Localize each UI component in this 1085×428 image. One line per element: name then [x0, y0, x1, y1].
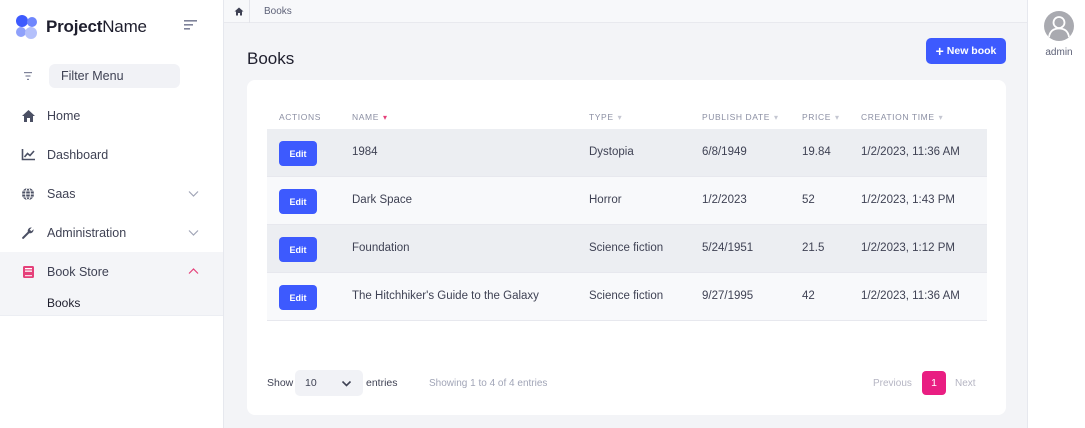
- logo-icon: [16, 15, 37, 39]
- collapse-menu-icon[interactable]: [183, 18, 199, 32]
- chevron-down-icon: [188, 191, 199, 197]
- filter-menu-input[interactable]: [49, 64, 180, 88]
- cell-price: 52: [802, 194, 815, 206]
- breadcrumb: Books: [224, 0, 1027, 23]
- cell-creation-time: 1/2/2023, 1:12 PM: [861, 242, 955, 254]
- avatar: [1044, 11, 1074, 41]
- book-icon: [20, 264, 36, 280]
- cell-price: 21.5: [802, 242, 825, 254]
- sidebar: ProjectName Home Dashboard: [0, 0, 223, 428]
- cell-creation-time: 1/2/2023, 11:36 AM: [861, 146, 960, 158]
- edit-button[interactable]: Edit: [279, 285, 317, 310]
- cell-creation-time: 1/2/2023, 1:43 PM: [861, 194, 955, 206]
- column-header-type[interactable]: TYPE ▾: [589, 112, 622, 122]
- pagination-previous[interactable]: Previous: [873, 378, 912, 389]
- cell-publish-date: 1/2/2023: [702, 194, 747, 206]
- table-row: Edit Dark Space Horror 1/2/2023 52 1/2/2…: [267, 177, 987, 225]
- new-book-button[interactable]: + New book: [926, 38, 1006, 64]
- table-row: Edit 1984 Dystopia 6/8/1949 19.84 1/2/20…: [267, 129, 987, 177]
- home-icon[interactable]: [228, 0, 250, 23]
- sort-icon: ▾: [773, 112, 779, 122]
- cell-publish-date: 6/8/1949: [702, 146, 747, 158]
- column-header-actions: ACTIONS: [279, 112, 321, 122]
- pagination-page-1[interactable]: 1: [922, 371, 946, 395]
- sidebar-subitem-label: Books: [47, 296, 81, 310]
- sort-desc-icon: ▾: [382, 112, 388, 122]
- chart-line-icon: [20, 147, 36, 163]
- breadcrumb-current: Books: [264, 5, 292, 17]
- sidebar-item-label: Saas: [47, 186, 76, 201]
- sidebar-item-administration[interactable]: Administration: [0, 213, 223, 252]
- books-table-card: ACTIONS NAME ▾ TYPE ▾ PUBLISH DATE ▾ PRICE ▾…: [247, 80, 1006, 415]
- table-footer: Show 10 entries Showing 1 to 4 of 4 entr…: [267, 370, 987, 396]
- sidebar-menu: Home Dashboard Saas Administration Book …: [0, 96, 223, 316]
- cell-price: 19.84: [802, 146, 831, 158]
- sidebar-item-book-store[interactable]: Book Store: [0, 252, 223, 291]
- edit-button[interactable]: Edit: [279, 189, 317, 214]
- sort-icon: ▾: [834, 112, 840, 122]
- new-book-label: New book: [946, 45, 997, 57]
- user-icon: [1048, 16, 1070, 38]
- page-title: Books: [247, 49, 295, 68]
- cell-type: Dystopia: [589, 146, 634, 158]
- edit-button[interactable]: Edit: [279, 141, 317, 166]
- globe-icon: [20, 186, 36, 202]
- sidebar-item-label: Administration: [47, 225, 127, 240]
- show-label: Show: [267, 377, 294, 389]
- column-header-publish-date[interactable]: PUBLISH DATE ▾: [702, 112, 779, 122]
- cell-name: 1984: [352, 146, 378, 158]
- sort-icon: ▾: [617, 112, 623, 122]
- home-icon: [20, 108, 36, 124]
- cell-publish-date: 5/24/1951: [702, 242, 754, 254]
- user-name: admin: [1045, 47, 1073, 58]
- table-header: ACTIONS NAME ▾ TYPE ▾ PUBLISH DATE ▾ PRICE ▾…: [267, 110, 987, 126]
- brand[interactable]: ProjectName: [14, 12, 147, 42]
- cell-name: Foundation: [352, 242, 410, 254]
- cell-type: Science fiction: [589, 290, 664, 302]
- edit-button[interactable]: Edit: [279, 237, 317, 262]
- sidebar-item-label: Book Store: [47, 264, 109, 279]
- entries-value: 10: [305, 377, 317, 389]
- column-header-name[interactable]: NAME ▾: [352, 112, 388, 122]
- cell-price: 42: [802, 290, 815, 302]
- cell-publish-date: 9/27/1995: [702, 290, 754, 302]
- sidebar-item-label: Dashboard: [47, 147, 109, 162]
- brand-name: ProjectName: [46, 17, 147, 36]
- filter-icon: [24, 72, 32, 80]
- table-row: Edit Foundation Science fiction 5/24/195…: [267, 225, 987, 273]
- sidebar-subitem-books[interactable]: Books: [0, 291, 223, 316]
- chevron-up-icon: [188, 268, 199, 274]
- entries-per-page-select[interactable]: 10: [295, 370, 363, 396]
- plus-icon: +: [935, 43, 944, 59]
- pagination-next[interactable]: Next: [955, 378, 976, 389]
- column-header-creation-time[interactable]: CREATION TIME ▾: [861, 112, 943, 122]
- sidebar-item-label: Home: [47, 108, 81, 123]
- pagination-info: Showing 1 to 4 of 4 entries: [429, 378, 548, 389]
- sidebar-item-home[interactable]: Home: [0, 96, 223, 135]
- column-header-price[interactable]: PRICE ▾: [802, 112, 840, 122]
- menu-filter: [20, 64, 180, 88]
- cell-creation-time: 1/2/2023, 11:36 AM: [861, 290, 960, 302]
- wrench-icon: [20, 225, 36, 241]
- sidebar-item-dashboard[interactable]: Dashboard: [0, 135, 223, 174]
- cell-name: The Hitchhiker's Guide to the Galaxy: [352, 290, 539, 302]
- sort-icon: ▾: [938, 112, 944, 122]
- chevron-down-icon: [341, 380, 352, 387]
- cell-type: Horror: [589, 194, 622, 206]
- user-menu[interactable]: admin: [1040, 11, 1078, 58]
- entries-label: entries: [366, 377, 398, 389]
- chevron-down-icon: [188, 230, 199, 236]
- table-row: Edit The Hitchhiker's Guide to the Galax…: [267, 273, 987, 321]
- main-content: Books Books + New book ACTIONS NAME ▾ TYP…: [223, 0, 1028, 428]
- sidebar-item-saas[interactable]: Saas: [0, 174, 223, 213]
- cell-name: Dark Space: [352, 194, 413, 206]
- cell-type: Science fiction: [589, 242, 664, 254]
